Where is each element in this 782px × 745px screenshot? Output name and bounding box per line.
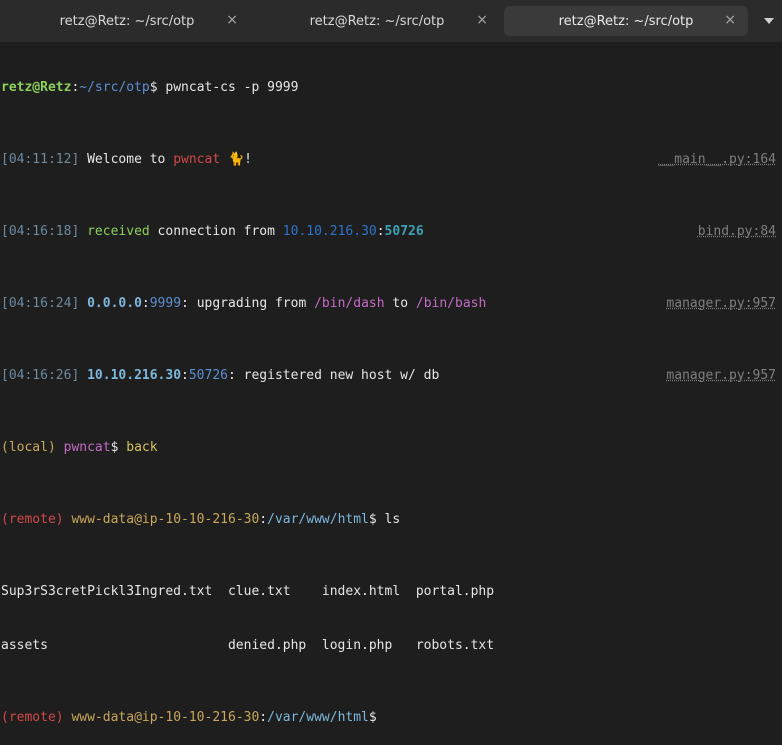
port-number: 50726 <box>384 224 424 239</box>
terminal-tab[interactable]: retz@Retz: ~/src/otp × <box>254 6 500 36</box>
log-text: : registered new host w/ db <box>228 368 440 383</box>
shell-path: /bin/bash <box>415 296 487 311</box>
prompt-path: /var/www/html <box>267 710 369 725</box>
source-ref: bind.py:84 <box>697 224 776 239</box>
port-number: 50726 <box>188 368 228 383</box>
terminal-line: retz@Retz:~/src/otp$ pwncat-cs -p 9999 <box>0 79 782 97</box>
command-text: ls <box>384 512 401 527</box>
prompt-user: www-data@ip-10-10-216-30 <box>71 512 260 527</box>
log-text: : upgrading from <box>181 296 315 311</box>
close-tab-icon[interactable]: × <box>724 12 736 28</box>
timestamp: [04:16:24] <box>1 296 80 311</box>
tab-title: retz@Retz: ~/src/otp <box>558 13 694 29</box>
ip-address: 0.0.0.0 <box>79 296 142 311</box>
context-label: (remote) <box>1 710 64 725</box>
prompt-sign: $ <box>368 710 377 725</box>
terminal-line: [04:11:12] Welcome to pwncat 🐈! __main__.… <box>0 151 782 169</box>
timestamp: [04:16:26] <box>1 368 80 383</box>
tab-title: retz@Retz: ~/src/otp <box>59 13 195 29</box>
source-ref: manager.py:957 <box>666 368 776 383</box>
terminal-line: (local) pwncat$ back <box>0 439 782 457</box>
terminal-line: [04:16:24] 0.0.0.0:9999: upgrading from … <box>0 295 782 313</box>
prompt-user: www-data@ip-10-10-216-30 <box>71 710 260 725</box>
terminal-line: (remote) www-data@ip-10-10-216-30:/var/w… <box>0 709 782 727</box>
timestamp: [04:11:12] <box>1 152 80 167</box>
ls-output-line: Sup3rS3cretPickl3Ingred.txt clue.txt ind… <box>1 584 495 599</box>
log-keyword: received <box>79 224 150 239</box>
terminal-output[interactable]: retz@Retz:~/src/otp$ pwncat-cs -p 9999 [… <box>0 42 782 725</box>
tab-title: retz@Retz: ~/src/otp <box>309 13 445 29</box>
command-text: pwncat-cs -p 9999 <box>165 80 299 95</box>
prompt-sign: $ <box>149 80 166 95</box>
log-text: connection from <box>149 224 283 239</box>
terminal-line: [04:16:18] received connection from 10.1… <box>0 223 782 241</box>
log-text: : <box>141 296 150 311</box>
log-text: to <box>384 296 416 311</box>
ip-address: 10.10.216.30 <box>282 224 377 239</box>
app-name: pwncat <box>63 440 111 455</box>
port-number: 9999 <box>149 296 182 311</box>
shell-path: /bin/dash <box>314 296 385 311</box>
prompt-path: /var/www/html <box>267 512 369 527</box>
prompt-sign: $ <box>368 512 385 527</box>
prompt-user: retz@Retz <box>1 80 72 95</box>
ip-address: 10.10.216.30 <box>79 368 182 383</box>
source-ref: __main__.py:164 <box>658 152 776 167</box>
log-text: 🐈! <box>220 152 253 167</box>
log-text: : <box>376 224 385 239</box>
close-tab-icon[interactable]: × <box>476 12 488 28</box>
command-text: back <box>126 440 158 455</box>
prompt-sign: $ <box>110 440 127 455</box>
timestamp: [04:16:18] <box>1 224 80 239</box>
context-label: (local) <box>1 440 56 455</box>
app-name: pwncat <box>173 152 221 167</box>
prompt-path: ~/src/otp <box>79 80 150 95</box>
terminal-line: (remote) www-data@ip-10-10-216-30:/var/w… <box>0 511 782 529</box>
source-ref: manager.py:957 <box>666 296 776 311</box>
log-text: Welcome to <box>79 152 174 167</box>
terminal-tab-active[interactable]: retz@Retz: ~/src/otp × <box>504 6 748 36</box>
terminal-tab[interactable]: retz@Retz: ~/src/otp × <box>4 6 250 36</box>
terminal-line: [04:16:26] 10.10.216.30:50726: registere… <box>0 367 782 385</box>
prompt-colon: : <box>259 512 268 527</box>
chevron-down-icon[interactable] <box>760 12 778 30</box>
prompt-colon: : <box>259 710 268 725</box>
ls-output-line: assets denied.php login.php robots.txt <box>1 638 495 653</box>
log-text: : <box>181 368 189 383</box>
close-tab-icon[interactable]: × <box>226 12 238 28</box>
context-label: (remote) <box>1 512 64 527</box>
tab-bar: retz@Retz: ~/src/otp × retz@Retz: ~/src/… <box>0 0 782 42</box>
